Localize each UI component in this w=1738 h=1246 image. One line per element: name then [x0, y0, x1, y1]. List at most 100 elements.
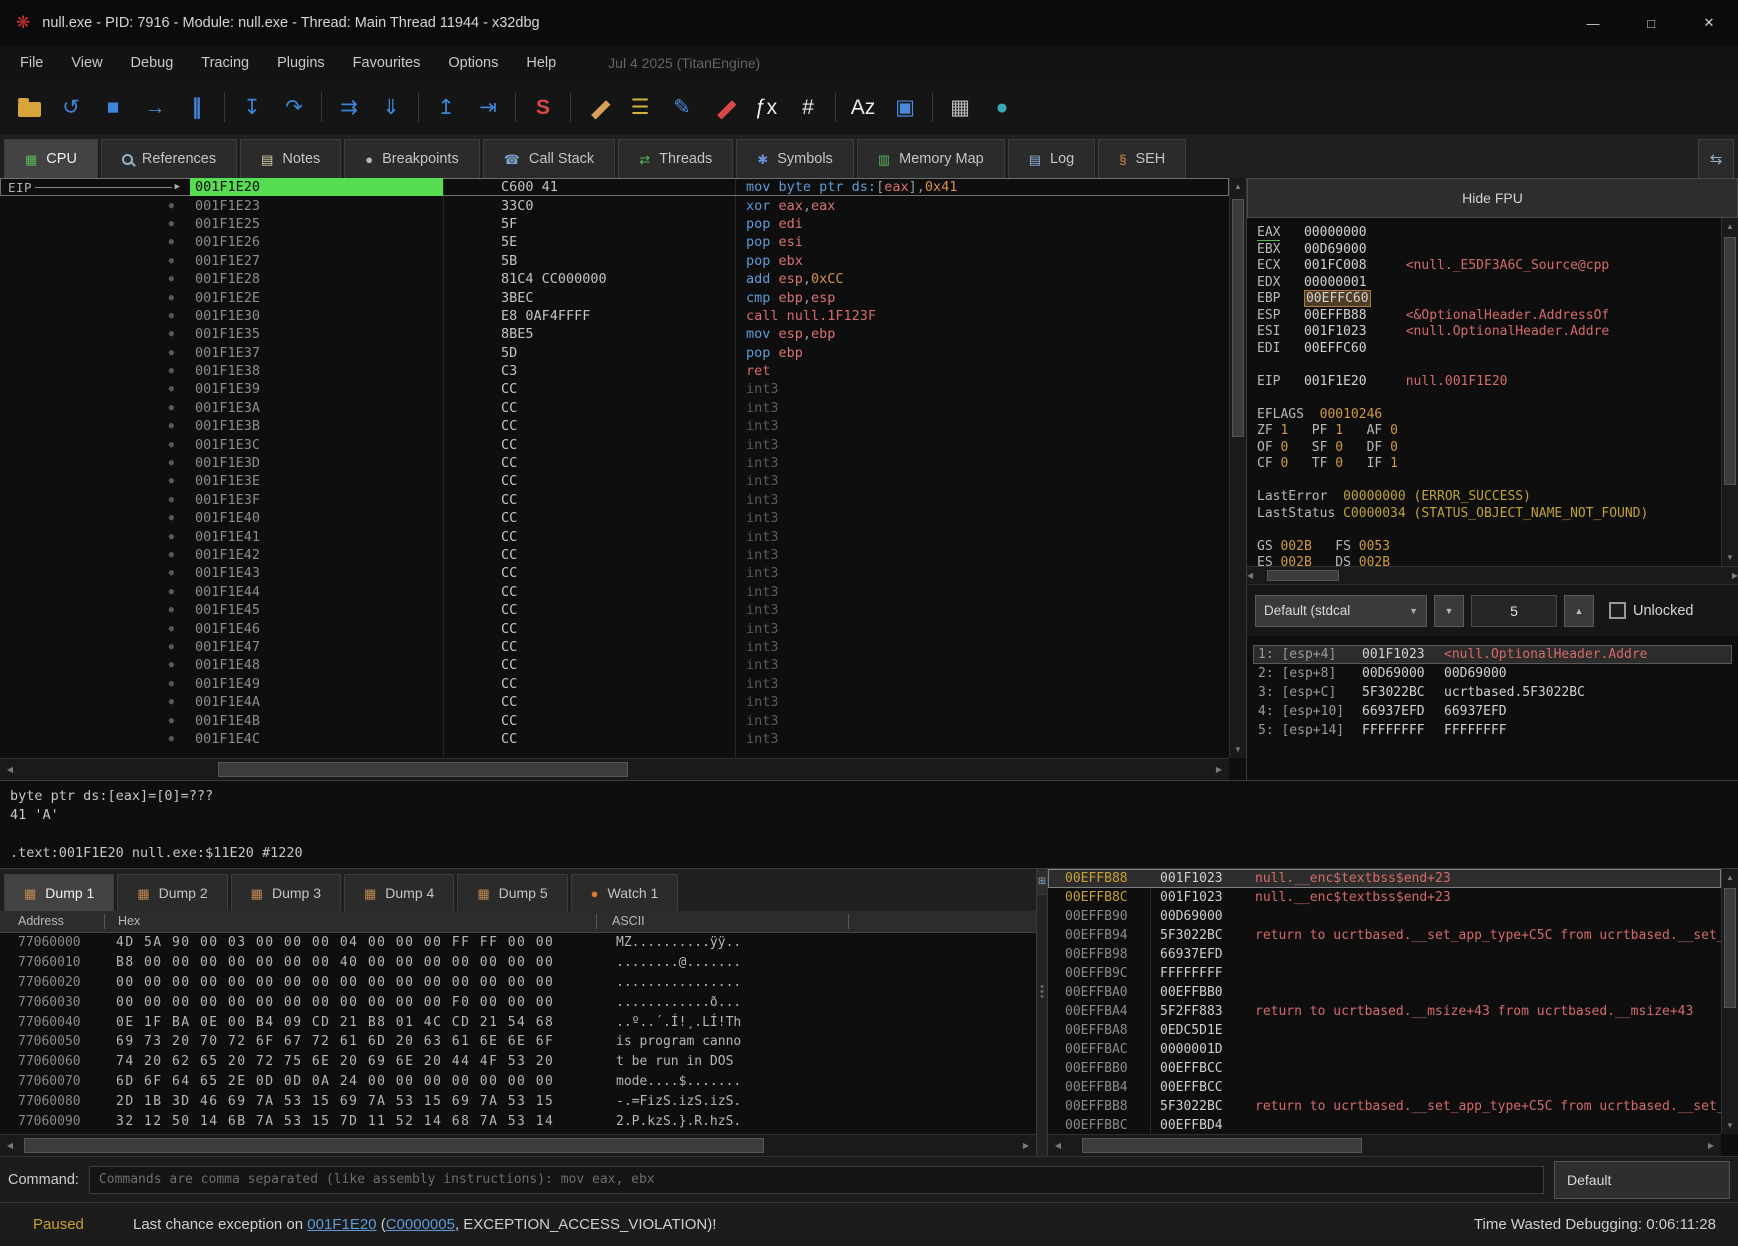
breakpoint-dot[interactable]: ●	[169, 329, 174, 339]
command-input[interactable]	[88, 1165, 1544, 1194]
disasm-row[interactable]: ● 001F1E38 C3 ret	[0, 362, 1229, 380]
register-line[interactable]: EAX 00000000	[1257, 225, 1718, 242]
scroll-track[interactable]	[1253, 567, 1732, 584]
dump-stack-splitter[interactable]: ⊞ • • •	[1036, 869, 1048, 1156]
annotate-button[interactable]: ✎	[661, 86, 703, 128]
menu-debug[interactable]: Debug	[117, 46, 188, 80]
scroll-track[interactable]	[20, 1135, 1016, 1156]
tab-call-stack[interactable]: ☎ Call Stack	[482, 139, 616, 178]
register-line[interactable]	[1257, 357, 1718, 374]
run-until-selection-button[interactable]: ⇥	[467, 86, 509, 128]
dump-row[interactable]: 77060080 2D 1B 3D 46 69 7A 53 15 69 7A 53…	[0, 1091, 1036, 1111]
argument-row[interactable]: 2: [esp+8] 00D69000 00D69000	[1253, 664, 1732, 683]
close-button[interactable]: ✕	[1680, 0, 1738, 46]
step-into-button[interactable]: ↧	[231, 86, 273, 128]
scroll-thumb[interactable]	[1724, 888, 1736, 1008]
breakpoint-dot[interactable]: ●	[169, 293, 174, 303]
disasm-row[interactable]: ● 001F1E4B CC int3	[0, 711, 1229, 729]
hash-button[interactable]: #	[787, 86, 829, 128]
stack-row[interactable]: 00EFFBA8 0EDC5D1E	[1048, 1021, 1721, 1040]
tab-dump-5[interactable]: ▦ Dump 5	[457, 874, 568, 911]
pause-button[interactable]: ∥	[176, 86, 218, 128]
disasm-row[interactable]: ● 001F1E2E 3BEC cmp ebp,esp	[0, 288, 1229, 306]
scroll-right-button[interactable]	[1016, 1135, 1036, 1156]
stack-row[interactable]: 00EFFB8C 001F1023 null.__enc$textbss$end+2…	[1048, 888, 1721, 907]
scroll-up-button[interactable]	[1230, 178, 1246, 195]
run-button[interactable]: →	[134, 86, 176, 128]
register-line[interactable]: GS 002B FS 0053	[1257, 539, 1718, 556]
disasm-row[interactable]: ● 001F1E4A CC int3	[0, 693, 1229, 711]
memory-calc-button[interactable]: ▦	[939, 86, 981, 128]
run-to-user-code-button[interactable]: ⇉	[328, 86, 370, 128]
menu-options[interactable]: Options	[434, 46, 512, 80]
stack-row[interactable]: 00EFFB88 001F1023 null.__enc$textbss$end+2…	[1048, 869, 1721, 888]
calculator-fx-button[interactable]: ƒx	[745, 86, 787, 128]
dump-row[interactable]: 77060040 0E 1F BA 0E 00 B4 09 CD 21 B8 01…	[0, 1012, 1036, 1032]
tab-dump-1[interactable]: ▦ Dump 1	[4, 874, 115, 911]
scroll-thumb[interactable]	[1724, 237, 1736, 485]
register-line[interactable]: EFLAGS 00010246	[1257, 407, 1718, 424]
disasm-row[interactable]: ● 001F1E40 CC int3	[0, 509, 1229, 527]
register-line[interactable]	[1257, 473, 1718, 490]
dump-row[interactable]: 77060030 00 00 00 00 00 00 00 00 00 00 00…	[0, 992, 1036, 1012]
disasm-row[interactable]: ● 001F1E3F CC int3	[0, 491, 1229, 509]
register-line[interactable]: CF 0 TF 0 IF 1	[1257, 456, 1718, 473]
registers-horizontal-scrollbar[interactable]	[1247, 566, 1738, 584]
breakpoint-dot[interactable]: ●	[169, 642, 174, 652]
tab-dump-4[interactable]: ▦ Dump 4	[343, 874, 455, 911]
disasm-row[interactable]: ● 001F1E23 33C0 xor eax,eax	[0, 196, 1229, 214]
disasm-horizontal-scrollbar[interactable]	[0, 758, 1229, 780]
disasm-row[interactable]: ● 001F1E44 CC int3	[0, 583, 1229, 601]
disasm-row[interactable]: ● 001F1E49 CC int3	[0, 675, 1229, 693]
disasm-row[interactable]: ● 001F1E35 8BE5 mov esp,ebp	[0, 325, 1229, 343]
disasm-row[interactable]: ● 001F1E46 CC int3	[0, 619, 1229, 637]
scroll-track[interactable]	[1722, 235, 1738, 549]
disasm-row[interactable]: ● 001F1E45 CC int3	[0, 601, 1229, 619]
disasm-row[interactable]: ● 001F1E3E CC int3	[0, 472, 1229, 490]
register-line[interactable]: ES 002B DS 002B	[1257, 555, 1718, 566]
breakpoint-dot[interactable]: ●	[169, 311, 174, 321]
breakpoint-dot[interactable]: ●	[169, 219, 174, 229]
stack-row[interactable]: 00EFFB90 00D69000	[1048, 907, 1721, 926]
stack-row[interactable]: 00EFFBA4 5F2FF883 return to ucrtbased.__ms…	[1048, 1002, 1721, 1021]
scroll-right-button[interactable]	[1209, 759, 1229, 780]
tab-breakpoints[interactable]: ● Breakpoints	[344, 139, 480, 178]
tab-symbols[interactable]: ✱ Symbols	[736, 139, 854, 178]
breakpoint-dot[interactable]: ●	[169, 384, 174, 394]
disasm-vertical-scrollbar[interactable]	[1229, 178, 1246, 758]
tab-watch-1[interactable]: ● Watch 1	[570, 874, 679, 911]
tab-dump-2[interactable]: ▦ Dump 2	[117, 874, 228, 911]
dump-column-ascii[interactable]: ASCII	[612, 914, 645, 928]
exception-address-link[interactable]: 001F1E20	[307, 1216, 376, 1233]
tab-seh[interactable]: § SEH	[1098, 139, 1187, 178]
scroll-right-button[interactable]	[1701, 1135, 1721, 1156]
unlocked-checkbox[interactable]	[1609, 602, 1626, 619]
scroll-down-button[interactable]	[1722, 549, 1738, 566]
stack-row[interactable]: 00EFFBB0 00EFFBCC	[1048, 1059, 1721, 1078]
step-over-button[interactable]: ↷	[273, 86, 315, 128]
disasm-row[interactable]: ● 001F1E3B CC int3	[0, 417, 1229, 435]
scroll-track[interactable]	[1230, 195, 1246, 741]
stack-vertical-scrollbar[interactable]	[1721, 869, 1738, 1134]
scroll-right-button[interactable]	[1732, 567, 1738, 584]
dump-column-address[interactable]: Address	[18, 914, 64, 928]
scroll-thumb[interactable]	[218, 762, 628, 777]
argument-row[interactable]: 4: [esp+10] 66937EFD 66937EFD	[1253, 702, 1732, 721]
scroll-thumb[interactable]	[1082, 1138, 1362, 1153]
stack-row[interactable]: 00EFFB9C FFFFFFFF	[1048, 964, 1721, 983]
stack-row[interactable]: 00EFFBAC 0000001D	[1048, 1040, 1721, 1059]
dump-table[interactable]: Address Hex ASCII 77060000 4D 5A 90 00 03…	[0, 911, 1036, 1156]
exception-code-link[interactable]: C0000005	[386, 1216, 455, 1233]
menu-plugins[interactable]: Plugins	[263, 46, 339, 80]
calling-convention-select[interactable]: Default (stdcal ▼	[1255, 594, 1427, 627]
stack-row[interactable]: 00EFFBBC 00EFFBD4	[1048, 1116, 1721, 1134]
menu-tracing[interactable]: Tracing	[187, 46, 263, 80]
scroll-track[interactable]	[20, 759, 1209, 780]
breakpoint-dot[interactable]: ●	[169, 440, 174, 450]
register-line[interactable]: ZF 1 PF 1 AF 0	[1257, 423, 1718, 440]
script-button[interactable]: S	[522, 86, 564, 128]
argument-row[interactable]: 5: [esp+14] FFFFFFFF FFFFFFFF	[1253, 721, 1732, 740]
scroll-thumb[interactable]	[1267, 570, 1340, 581]
breakpoint-dot[interactable]: ●	[169, 532, 174, 542]
stack-row[interactable]: 00EFFBB4 00EFFBCC	[1048, 1078, 1721, 1097]
